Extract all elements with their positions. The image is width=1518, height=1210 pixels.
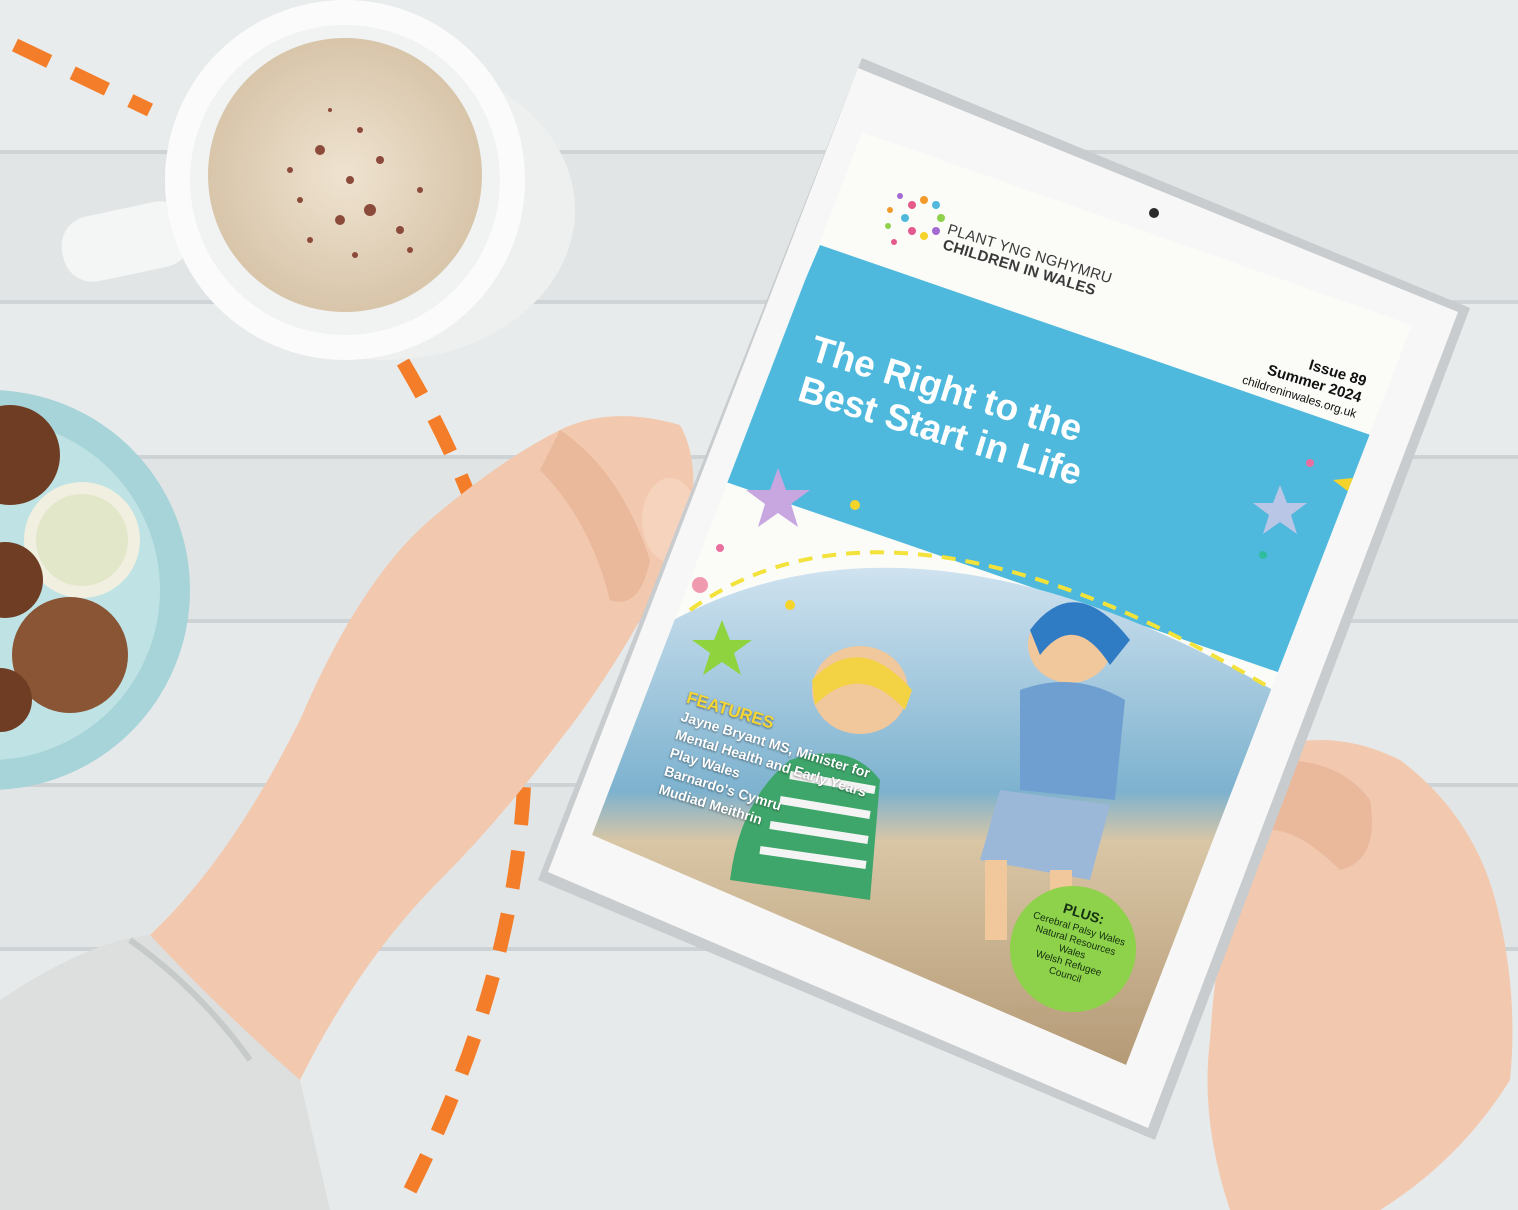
camera-icon xyxy=(1149,208,1159,218)
desk-scene xyxy=(0,0,1518,1210)
